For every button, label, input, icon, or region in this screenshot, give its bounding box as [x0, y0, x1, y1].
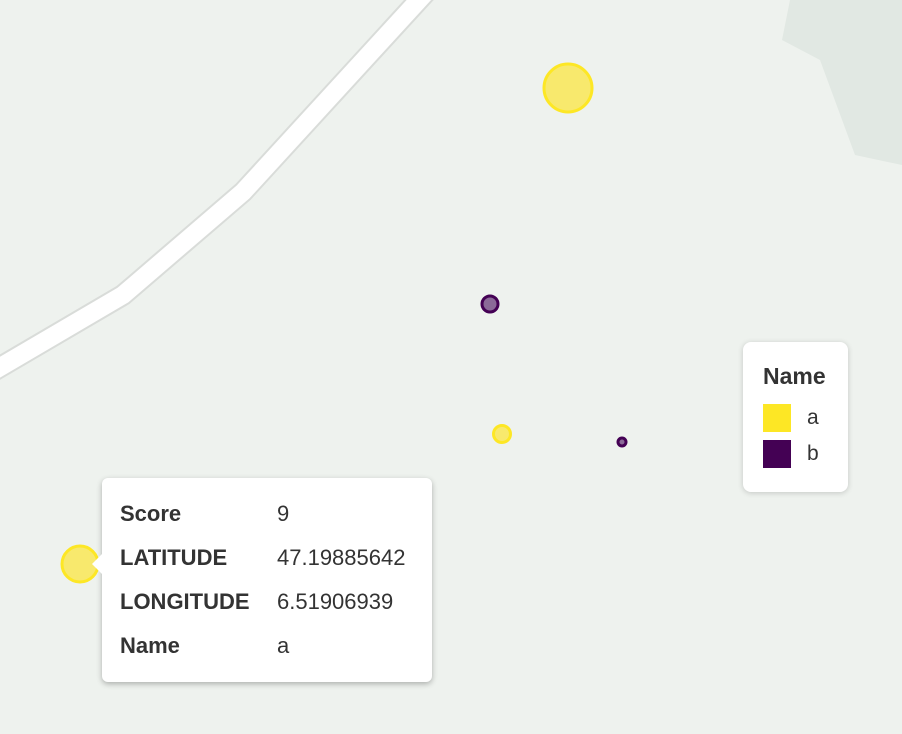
legend-title: Name [763, 363, 826, 389]
map-marker[interactable] [616, 436, 628, 448]
tooltip-key: Score [120, 501, 182, 526]
map-marker[interactable] [542, 62, 594, 114]
map-marker[interactable] [480, 294, 500, 314]
map-marker[interactable] [492, 424, 512, 444]
tooltip-value: 47.19885642 [277, 545, 406, 570]
tooltip-key: LATITUDE [120, 545, 228, 570]
tooltip-key: Name [120, 633, 180, 658]
legend-label-a: a [807, 406, 819, 429]
tooltip-row-latitude: LATITUDE 47.19885642 [120, 536, 432, 580]
legend-swatch-a [763, 404, 791, 432]
legend-item-b: b [763, 436, 848, 472]
tooltip-value: a [277, 633, 290, 658]
map-legend: Name a b [743, 342, 848, 492]
tooltip-row-name: Name a [120, 624, 432, 668]
legend-label-b: b [807, 442, 819, 465]
tooltip-value: 9 [277, 501, 290, 526]
tooltip-value: 6.51906939 [277, 589, 394, 614]
tooltip-row-longitude: LONGITUDE 6.51906939 [120, 580, 432, 624]
legend-swatch-b [763, 440, 791, 468]
legend-item-a: a [763, 400, 848, 436]
tooltip-key: LONGITUDE [120, 589, 250, 614]
marker-tooltip: Score 9 LATITUDE 47.19885642 LONGITUDE 6… [92, 478, 432, 682]
tooltip-row-score: Score 9 [120, 492, 432, 536]
